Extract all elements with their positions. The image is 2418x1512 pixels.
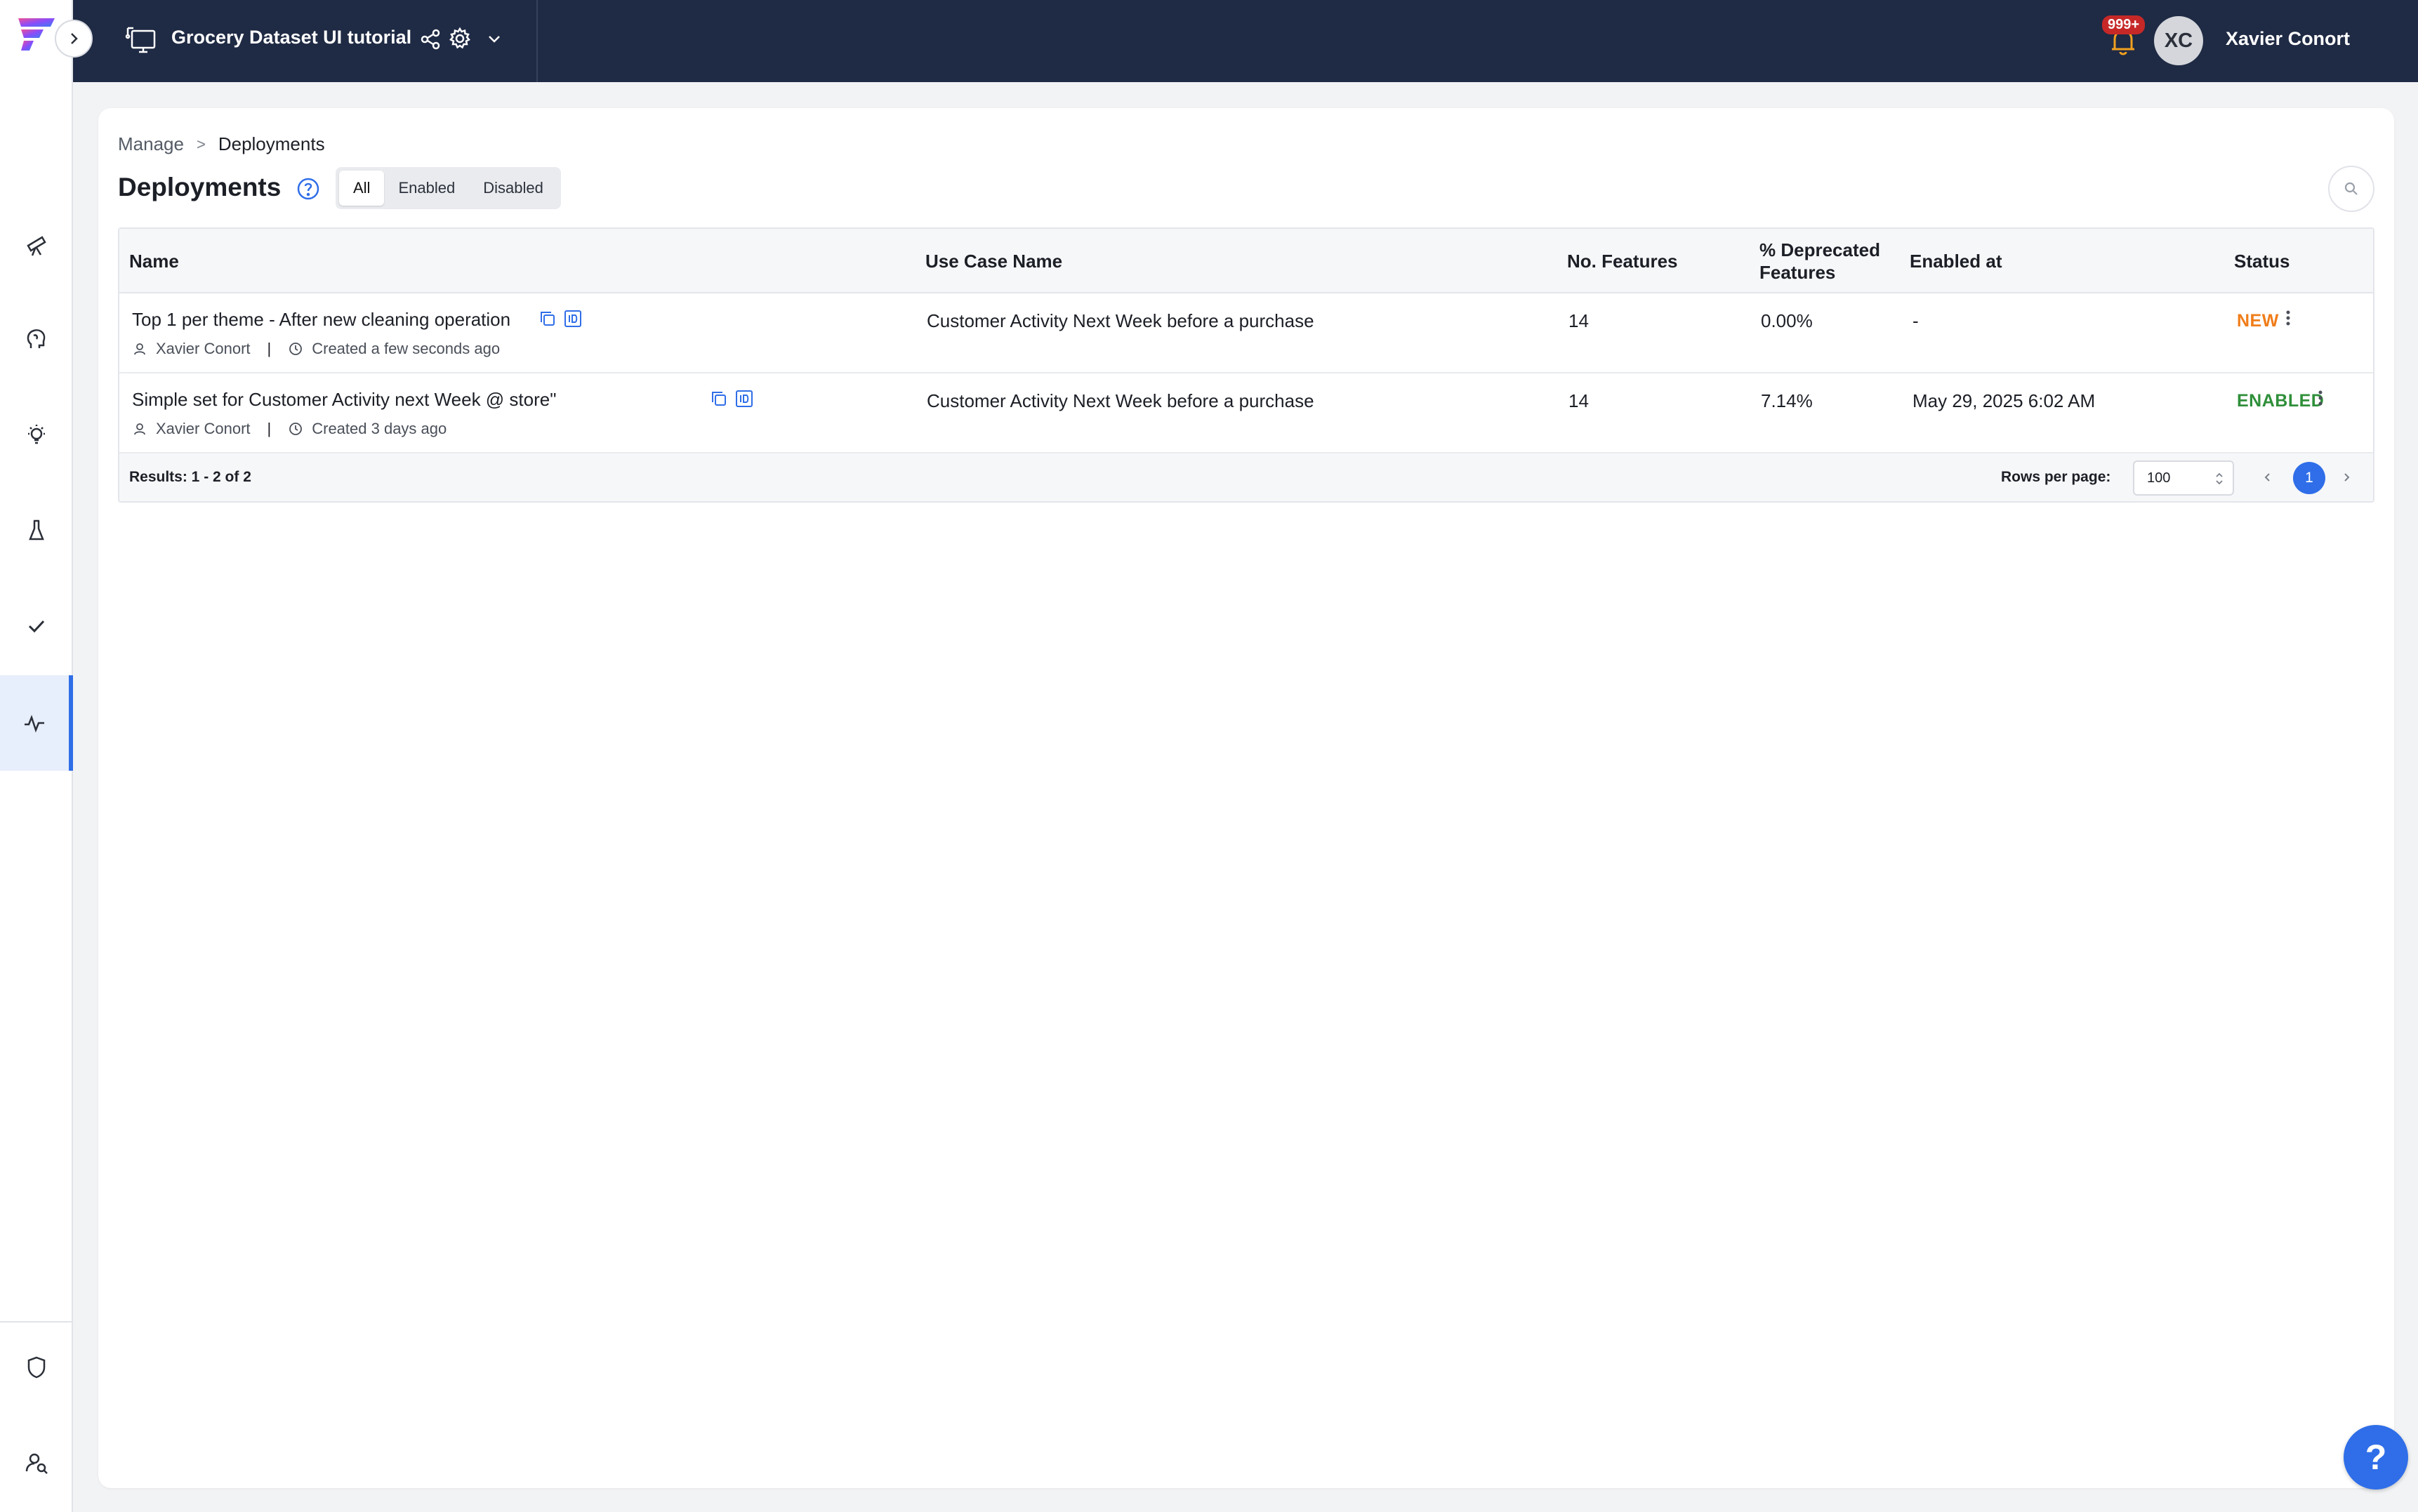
kebab-menu-icon[interactable] — [2317, 389, 2324, 410]
user-search-icon — [25, 1453, 48, 1474]
check-icon — [28, 620, 45, 633]
activity-icon — [25, 715, 44, 733]
flask-icon — [29, 519, 44, 541]
header-use-case[interactable]: Use Case Name — [925, 250, 1062, 272]
meta-divider: | — [267, 420, 272, 437]
copy-icon[interactable] — [538, 309, 557, 329]
breadcrumb-separator: > — [196, 135, 206, 153]
user-name[interactable]: Xavier Conort — [2226, 28, 2350, 50]
user-icon — [134, 343, 145, 355]
row-meta: Xavier Conort | Created a few seconds ag… — [132, 340, 500, 358]
row-enabled-at: May 29, 2025 6:02 AM — [1912, 390, 2096, 411]
chevron-down-icon[interactable] — [486, 32, 503, 46]
sidebar-item-deploy[interactable] — [0, 675, 73, 771]
row-features: 14 — [1568, 390, 1589, 411]
header-status[interactable]: Status — [2234, 250, 2290, 272]
table-header: Name Use Case Name No. Features % Deprec… — [119, 229, 2373, 293]
row-use-case[interactable]: Customer Activity Next Week before a pur… — [927, 390, 1314, 412]
status-badge: ENABLED — [2237, 391, 2325, 411]
header-enabled-at[interactable]: Enabled at — [1910, 250, 2002, 272]
search-button[interactable] — [2328, 166, 2374, 212]
shield-icon — [27, 1356, 46, 1379]
row-deprecated: 0.00% — [1761, 310, 1813, 331]
rows-per-page-value: 100 — [2147, 470, 2171, 486]
row-features: 14 — [1568, 310, 1589, 331]
user-icon — [134, 423, 145, 435]
project-monitor-icon — [125, 27, 156, 53]
featurebyte-logo[interactable] — [14, 15, 56, 52]
help-fab-button[interactable]: ? — [2344, 1425, 2408, 1490]
deployment-name[interactable]: Top 1 per theme - After new cleaning ope… — [132, 309, 510, 331]
avatar[interactable]: XC — [2154, 16, 2203, 65]
header-deprecated-line2[interactable]: Features — [1759, 261, 1835, 284]
sidebar-item-formulate[interactable] — [0, 292, 73, 387]
table-row[interactable]: Simple set for Customer Activity next We… — [119, 373, 2373, 453]
rows-per-page-select[interactable]: 100 — [2133, 460, 2234, 496]
sidebar-item-discover[interactable] — [0, 197, 73, 292]
row-owner: Xavier Conort — [156, 420, 251, 437]
brain-icon — [27, 329, 46, 348]
rows-per-page-label: Rows per page: — [2001, 469, 2111, 485]
table-row[interactable]: Top 1 per theme - After new cleaning ope… — [119, 293, 2373, 373]
breadcrumb-current: Deployments — [218, 133, 325, 154]
sidebar-item-admin[interactable] — [0, 1320, 73, 1415]
clock-icon — [289, 343, 303, 355]
page-1-button[interactable]: 1 — [2293, 462, 2325, 494]
select-arrows-icon — [2216, 472, 2223, 485]
header-features[interactable]: No. Features — [1567, 250, 1678, 272]
help-circle-icon[interactable] — [296, 177, 320, 201]
main-card: Manage > Deployments Deployments All Ena… — [98, 108, 2394, 1488]
clock-icon — [289, 423, 303, 435]
copy-icon[interactable] — [709, 389, 729, 409]
project-selector[interactable]: Grocery Dataset UI tutorial — [73, 0, 538, 82]
row-deprecated: 7.14% — [1761, 390, 1813, 411]
id-badge-icon[interactable] — [734, 389, 754, 409]
id-badge-icon[interactable] — [563, 309, 583, 329]
telescope-icon — [27, 236, 46, 256]
breadcrumb: Manage > Deployments — [118, 133, 325, 155]
share-icon[interactable] — [420, 28, 441, 51]
filter-disabled[interactable]: Disabled — [469, 171, 557, 206]
sidebar-item-user-search[interactable] — [0, 1415, 73, 1511]
row-owner: Xavier Conort — [156, 340, 251, 357]
row-created: Created 3 days ago — [312, 420, 447, 437]
sidebar-expand-button[interactable] — [55, 20, 93, 58]
sidebar-item-ideate[interactable] — [0, 387, 73, 483]
kebab-menu-icon[interactable] — [2285, 309, 2292, 330]
results-count: Results: 1 - 2 of 2 — [129, 469, 251, 485]
notification-badge: 999+ — [2102, 15, 2146, 34]
sidebar-item-experiment[interactable] — [0, 483, 73, 578]
table-footer: Results: 1 - 2 of 2 Rows per page: 100 1 — [119, 453, 2373, 501]
row-enabled-at: - — [1912, 310, 1919, 331]
project-title: Grocery Dataset UI tutorial — [171, 27, 412, 48]
filter-enabled[interactable]: Enabled — [384, 171, 469, 206]
sidebar-item-approve[interactable] — [0, 578, 73, 674]
chevron-right-icon — [71, 33, 78, 44]
search-icon — [2344, 182, 2358, 195]
status-badge: NEW — [2237, 311, 2279, 331]
status-filter: All Enabled Disabled — [336, 167, 561, 209]
row-use-case[interactable]: Customer Activity Next Week before a pur… — [927, 310, 1314, 332]
deployment-name[interactable]: Simple set for Customer Activity next We… — [132, 389, 556, 411]
next-page-icon[interactable] — [2339, 469, 2353, 486]
top-bar: Grocery Dataset UI tutorial 999+ XC Xavi… — [73, 0, 2418, 82]
header-deprecated-line1[interactable]: % Deprecated — [1759, 239, 1880, 261]
lightbulb-icon — [28, 425, 45, 444]
page-title: Deployments — [118, 173, 282, 201]
breadcrumb-manage[interactable]: Manage — [118, 133, 184, 155]
prev-page-icon[interactable] — [2261, 469, 2275, 486]
gear-icon[interactable] — [448, 27, 472, 51]
deployments-table: Name Use Case Name No. Features % Deprec… — [118, 227, 2374, 503]
filter-all[interactable]: All — [339, 171, 385, 206]
row-meta: Xavier Conort | Created 3 days ago — [132, 420, 447, 438]
meta-divider: | — [267, 340, 272, 357]
row-created: Created a few seconds ago — [312, 340, 501, 357]
header-name[interactable]: Name — [129, 250, 179, 272]
left-sidebar — [0, 0, 73, 1512]
